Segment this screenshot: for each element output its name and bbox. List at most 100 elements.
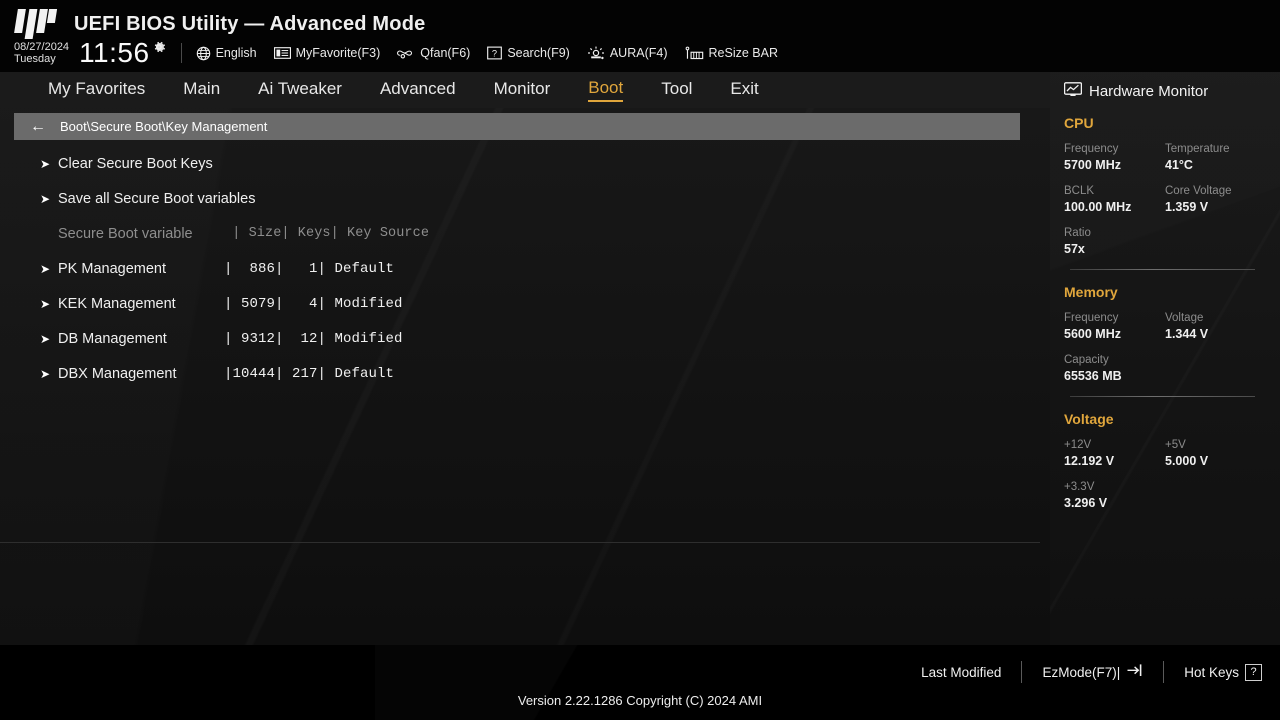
hw-row: BCLK 100.00 MHz Core Voltage 1.359 V xyxy=(1064,185,1266,214)
svg-text:?: ? xyxy=(492,48,497,58)
hw-key: Frequency xyxy=(1064,143,1119,155)
hw-memory-voltage: Voltage 1.344 V xyxy=(1165,312,1266,341)
search-icon: ? xyxy=(487,46,503,60)
header-divider xyxy=(180,43,182,63)
ezmode-label: EzMode(F7)| xyxy=(1042,664,1121,680)
tab-monitor[interactable]: Monitor xyxy=(494,79,551,101)
hw-value: 3.296 V xyxy=(1064,496,1108,510)
menu-item-kek-management[interactable]: ➤ KEK Management | 5079| 4| Modified xyxy=(0,286,1050,321)
question-box-icon: ? xyxy=(1245,663,1262,681)
qfan-icon xyxy=(397,46,415,60)
hw-divider xyxy=(1070,269,1255,270)
main-tab-bar: My Favorites Main Ai Tweaker Advanced Mo… xyxy=(0,72,1050,108)
menu-item-label: PK Management xyxy=(58,260,167,277)
resize-bar-label: ReSize BAR xyxy=(708,46,778,60)
settings-menu: ➤ Clear Secure Boot Keys ➤ Save all Secu… xyxy=(0,146,1050,391)
hw-voltage-5v: +5V 5.000 V xyxy=(1165,439,1266,468)
hw-value: 65536 MB xyxy=(1064,369,1122,383)
hw-value: 12.192 V xyxy=(1064,454,1115,468)
submenu-arrow-icon: ➤ xyxy=(40,156,51,171)
submenu-arrow-icon: ➤ xyxy=(40,261,51,276)
hw-value: 41°C xyxy=(1165,158,1193,172)
hw-section-cpu-title: CPU xyxy=(1064,115,1094,131)
hardware-monitor-title: Hardware Monitor xyxy=(1063,82,1266,101)
submenu-arrow-icon: ➤ xyxy=(40,191,51,206)
hw-row: Ratio 57x xyxy=(1064,227,1266,256)
bios-screen: UEFI BIOS Utility — Advanced Mode 08/27/… xyxy=(0,0,1280,720)
hw-key: +3.3V xyxy=(1064,481,1095,493)
hw-key: +5V xyxy=(1165,439,1186,451)
hw-voltage-12v: +12V 12.192 V xyxy=(1064,439,1165,468)
menu-item-save-all-secure-boot-variables[interactable]: ➤ Save all Secure Boot variables xyxy=(0,181,1050,216)
language-label: English xyxy=(215,46,257,60)
qfan-label: Qfan(F6) xyxy=(420,46,471,60)
page-title: UEFI BIOS Utility — Advanced Mode xyxy=(74,12,426,35)
aura-label: AURA(F4) xyxy=(609,46,668,60)
menu-item-pk-management[interactable]: ➤ PK Management | 886| 1| Default xyxy=(0,251,1050,286)
footer-divider xyxy=(1163,661,1165,683)
qfan-button[interactable]: Qfan(F6) xyxy=(397,46,470,60)
footer-divider xyxy=(1021,661,1023,683)
hotkeys-button[interactable]: Hot Keys ? xyxy=(1184,663,1262,681)
menu-item-clear-secure-boot-keys[interactable]: ➤ Clear Secure Boot Keys xyxy=(0,146,1050,181)
gear-icon[interactable] xyxy=(151,39,167,59)
content-panel: ← Boot\Secure Boot\Key Management ➤ Clea… xyxy=(0,108,1050,645)
hw-key: Ratio xyxy=(1064,227,1091,239)
clock-text: 11:56 xyxy=(79,37,150,68)
last-modified-button[interactable]: Last Modified xyxy=(921,665,1001,680)
menu-item-dbx-management[interactable]: ➤ DBX Management |10444| 217| Default xyxy=(0,356,1050,391)
breadcrumb[interactable]: ← Boot\Secure Boot\Key Management xyxy=(14,113,1020,140)
resize-bar-button[interactable]: ReSize BAR xyxy=(685,46,778,61)
hw-value: 5600 MHz xyxy=(1064,327,1121,341)
hw-key: Capacity xyxy=(1064,354,1109,366)
aura-icon xyxy=(587,46,605,61)
tuf-logo-icon xyxy=(14,9,60,39)
hw-value: 1.344 V xyxy=(1165,327,1209,341)
tab-advanced[interactable]: Advanced xyxy=(380,79,456,101)
header-info-row: 08/27/2024 Tuesday 11:56 English MyFavor… xyxy=(14,38,795,68)
back-arrow-icon[interactable]: ← xyxy=(30,118,46,135)
menu-item-values: | 5079| 4| Modified xyxy=(224,295,403,312)
ezmode-button[interactable]: EzMode(F7)| xyxy=(1042,663,1143,681)
hw-memory-frequency: Frequency 5600 MHz xyxy=(1064,312,1165,341)
menu-item-values: |10444| 217| Default xyxy=(224,365,395,382)
hardware-monitor-panel: Hardware Monitor CPU Frequency 5700 MHz … xyxy=(1050,72,1280,645)
language-selector[interactable]: English xyxy=(196,46,257,61)
tab-exit[interactable]: Exit xyxy=(730,79,758,101)
hw-cpu-bclk: BCLK 100.00 MHz xyxy=(1064,185,1165,214)
search-button[interactable]: ? Search(F9) xyxy=(487,46,570,60)
tab-tool[interactable]: Tool xyxy=(661,79,692,101)
hw-voltage-3v3: +3.3V 3.296 V xyxy=(1064,481,1168,510)
submenu-arrow-icon: ➤ xyxy=(40,366,51,381)
hw-key: Voltage xyxy=(1165,312,1204,324)
hw-cpu-core-voltage: Core Voltage 1.359 V xyxy=(1165,185,1266,214)
menu-item-values: | 9312| 12| Modified xyxy=(224,330,403,347)
tab-main[interactable]: Main xyxy=(183,79,220,101)
hw-value: 5.000 V xyxy=(1165,454,1209,468)
date-display: 08/27/2024 Tuesday xyxy=(14,40,69,65)
hw-row: Frequency 5700 MHz Temperature 41°C xyxy=(1064,143,1266,172)
breadcrumb-path: Boot\Secure Boot\Key Management xyxy=(60,119,268,134)
hw-row: +3.3V 3.296 V xyxy=(1064,481,1266,510)
myfavorite-button[interactable]: MyFavorite(F3) xyxy=(273,46,380,60)
hw-key: Frequency xyxy=(1064,312,1119,324)
globe-icon xyxy=(196,46,211,61)
hw-value: 100.00 MHz xyxy=(1064,200,1132,214)
content-divider xyxy=(0,542,1040,543)
menu-item-db-management[interactable]: ➤ DB Management | 9312| 12| Modified xyxy=(0,321,1050,356)
hw-key: Temperature xyxy=(1165,143,1230,155)
menu-item-label: DB Management xyxy=(58,330,167,347)
tab-ai-tweaker[interactable]: Ai Tweaker xyxy=(258,79,342,101)
tab-boot[interactable]: Boot xyxy=(588,78,624,102)
menu-item-values: | 886| 1| Default xyxy=(224,260,395,277)
title-row: UEFI BIOS Utility — Advanced Mode xyxy=(14,9,425,39)
hw-section-voltage-title: Voltage xyxy=(1064,411,1114,427)
aura-button[interactable]: AURA(F4) xyxy=(587,46,668,61)
column-header-variable: Secure Boot variable xyxy=(58,225,193,242)
hw-value: 1.359 V xyxy=(1165,200,1209,214)
footer-bar: Last Modified EzMode(F7)| Hot Keys ? Ver… xyxy=(0,645,1280,720)
submenu-arrow-icon: ➤ xyxy=(40,296,51,311)
tab-my-favorites[interactable]: My Favorites xyxy=(48,79,145,101)
table-column-header: Secure Boot variable | Size| Keys| Key S… xyxy=(0,216,1050,251)
header-bar: UEFI BIOS Utility — Advanced Mode 08/27/… xyxy=(0,0,1280,72)
